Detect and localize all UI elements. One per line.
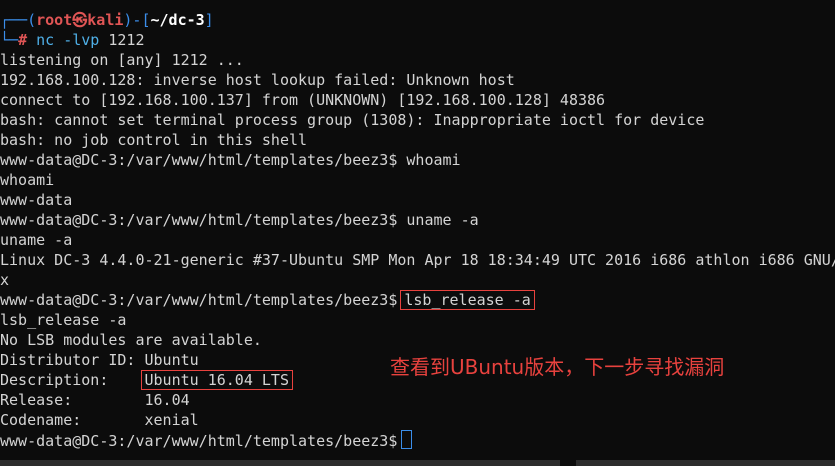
output-line: Release: 16.04 [0,391,190,409]
prompt-path: ~/dc-3 [150,11,205,29]
prompt-corner-bottom: └─ [0,31,19,49]
description-label: Description: [0,371,145,389]
output-line: 192.168.100.128: inverse host lookup fai… [0,71,515,89]
command-args: -lvp [54,31,100,49]
output-line: Linux DC-3 4.4.0-21-generic #37-Ubuntu S… [0,251,835,269]
output-line: listening on [any] 1212 ... [0,51,244,69]
output-line: www-data@DC-3:/var/www/html/templates/be… [0,151,461,169]
output-line: bash: cannot set terminal process group … [0,111,705,129]
prompt-close: )-[ [123,11,151,29]
output-line: connect to [192.168.100.137] from (UNKNO… [0,91,606,109]
terminal-window[interactable]: ┌──(root㉿kali)-[~/dc-3] └─# nc -lvp 1212… [0,0,835,466]
shell-prompt-line: www-data@DC-3:/var/www/html/templates/be… [0,290,835,310]
prompt-corner: ┌── [0,11,28,29]
output-line: Codename: xenial [0,411,199,429]
prompt-open-paren: ( [27,11,37,29]
annotation-note: 查看到UBuntu版本，下一步寻找漏洞 [390,355,725,379]
shell-prompt-line: www-data@DC-3:/var/www/html/templates/be… [0,430,835,450]
prompt-host: kali [87,11,124,29]
command-port: 1212 [108,31,145,49]
prompt-header: ┌──(root㉿kali)-[~/dc-3] [0,10,835,30]
output-line: www-data [0,191,73,209]
shell-prompt: www-data@DC-3:/var/www/html/templates/be… [0,432,398,450]
prompt-command-line: └─# nc -lvp 1212 [0,30,835,50]
shell-prompt: www-data@DC-3:/var/www/html/templates/be… [0,291,398,309]
output-line: x [0,271,10,289]
output-line: lsb_release -a [0,311,127,329]
text-cursor[interactable] [401,430,413,449]
command-name: nc [36,31,55,49]
skull-icon: ㉿ [72,11,88,29]
prompt-end: ] [204,11,214,29]
output-line: uname -a [0,231,73,249]
output-line: No LSB modules are available. [0,331,262,349]
root-hash: # [18,31,28,49]
bottom-panel-segment [576,460,835,466]
highlighted-description: Ubuntu 16.04 LTS [140,370,293,390]
output-line: www-data@DC-3:/var/www/html/templates/be… [0,211,479,229]
bottom-panel-segment [0,460,560,466]
prompt-user: root [36,11,73,29]
output-line: bash: no job control in this shell [0,131,308,149]
terminal-output: ┌──(root㉿kali)-[~/dc-3] └─# nc -lvp 1212… [0,10,835,450]
highlighted-command: lsb_release -a [400,290,535,310]
output-line: whoami [0,171,55,189]
